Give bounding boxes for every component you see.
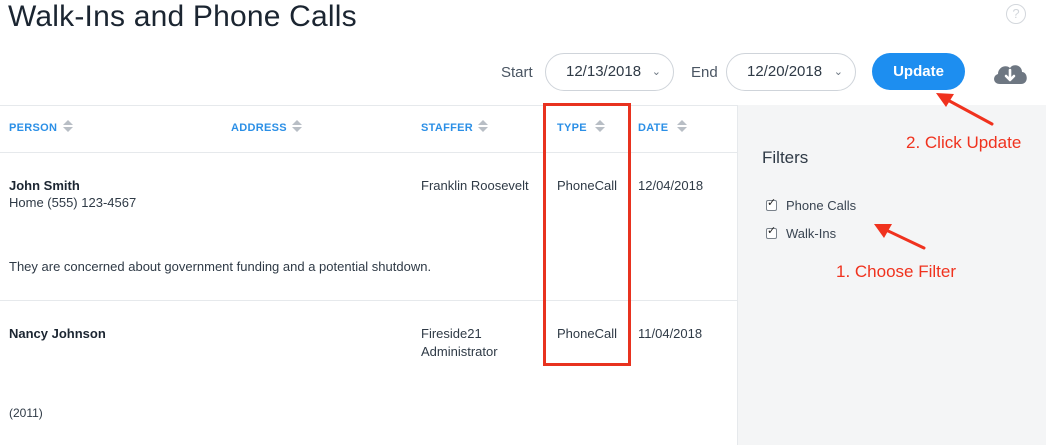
end-date-value: 12/20/2018 xyxy=(747,63,823,80)
staffer-title: Administrator xyxy=(421,344,498,359)
arrow-to-filters-icon xyxy=(874,224,926,250)
column-header-person[interactable]: PERSON xyxy=(9,122,57,134)
column-header-address[interactable]: ADDRESS xyxy=(231,122,287,134)
help-icon[interactable]: ? xyxy=(1006,4,1026,24)
sort-icon[interactable] xyxy=(63,119,73,133)
cloud-download-icon[interactable] xyxy=(990,58,1030,88)
filters-title: Filters xyxy=(762,148,809,167)
checkbox-checked-icon[interactable] xyxy=(766,224,777,239)
filter-walk-ins[interactable]: Walk-Ins xyxy=(766,224,837,241)
annotation-step-2: 2. Click Update xyxy=(906,133,1022,152)
filter-label: Phone Calls xyxy=(786,198,857,213)
arrow-to-update-icon xyxy=(936,93,994,126)
date-value: 11/04/2018 xyxy=(638,326,703,341)
row-note: (2011) xyxy=(9,406,43,420)
update-button[interactable]: Update xyxy=(872,53,965,90)
chevron-down-icon: ⌄ xyxy=(833,66,843,78)
page-title: Walk-Ins and Phone Calls xyxy=(8,0,357,33)
end-label: End xyxy=(691,64,718,81)
start-date-field[interactable]: 12/13/2018 ⌄ xyxy=(545,53,674,91)
sort-icon[interactable] xyxy=(292,119,302,133)
person-name[interactable]: Nancy Johnson xyxy=(9,324,106,343)
staffer-name: Fireside21 xyxy=(421,326,482,341)
column-header-staffer[interactable]: STAFFER xyxy=(421,122,473,134)
person-phone: Home (555) 123-4567 xyxy=(9,195,137,210)
row-note: They are concerned about government fund… xyxy=(9,259,432,274)
start-label: Start xyxy=(501,64,533,81)
staffer-name: Franklin Roosevelt xyxy=(421,178,529,193)
annotation-step-1: 1. Choose Filter xyxy=(836,262,956,281)
sort-icon[interactable] xyxy=(478,119,488,133)
sort-icon[interactable] xyxy=(677,119,687,133)
chevron-down-icon: ⌄ xyxy=(651,66,661,78)
date-value: 12/04/2018 xyxy=(638,178,704,193)
type-column-highlight xyxy=(543,103,631,366)
column-header-date[interactable]: DATE xyxy=(638,122,668,134)
filter-label: Walk-Ins xyxy=(786,226,837,241)
checkbox-checked-icon[interactable] xyxy=(766,196,777,211)
end-date-field[interactable]: 12/20/2018 ⌄ xyxy=(726,53,856,91)
filter-phone-calls[interactable]: Phone Calls xyxy=(766,196,857,213)
start-date-value: 12/13/2018 xyxy=(566,63,642,80)
